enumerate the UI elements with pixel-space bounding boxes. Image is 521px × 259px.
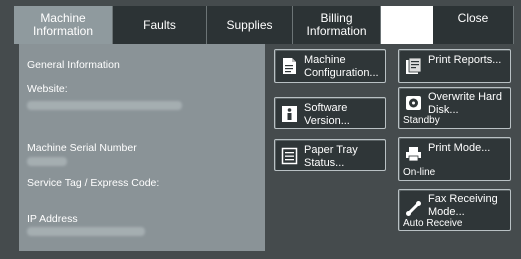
tab-label: Billing Information [306, 11, 367, 38]
print-mode-label: Print Mode... [428, 142, 491, 154]
close-label: Close [457, 11, 489, 25]
phone-icon [405, 199, 422, 217]
info-icon [281, 105, 298, 123]
print-reports-label: Print Reports... [428, 54, 502, 66]
print-mode-status: On-line [403, 167, 436, 178]
fax-receiving-mode-button[interactable]: Fax Receiving Mode... Auto Receive [398, 189, 511, 231]
machine-configuration-button[interactable]: Machine Configuration... [274, 49, 386, 83]
website-value [27, 101, 182, 110]
tab-faults[interactable]: Faults [113, 6, 207, 44]
fax-receiving-status: Auto Receive [403, 218, 463, 229]
tab-label: Supplies [226, 17, 273, 32]
disk-icon [405, 94, 422, 112]
tab-spacer [381, 6, 433, 44]
general-information-panel: General Information Website: Machine Ser… [19, 44, 265, 251]
paper-tray-status-button[interactable]: Paper Tray Status... [274, 139, 386, 171]
print-reports-button[interactable]: Print Reports... [398, 49, 511, 83]
close-button[interactable]: Close [433, 6, 514, 44]
general-information-heading: General Information [27, 59, 120, 71]
serial-number-label: Machine Serial Number [27, 142, 137, 154]
ip-address-label: IP Address [27, 213, 78, 225]
software-version-button[interactable]: Software Version... [274, 97, 386, 129]
ip-address-value [27, 227, 145, 236]
paper-tray-status-label: Paper Tray Status... [304, 144, 358, 169]
overwrite-status: Standby [403, 115, 440, 126]
website-label: Website: [27, 83, 68, 95]
tab-billing-information[interactable]: Billing Information [293, 6, 381, 44]
tab-label: Faults [143, 17, 176, 32]
tab-machine-information[interactable]: Machine Information [14, 6, 113, 44]
tab-label: Machine Information [32, 11, 94, 38]
overwrite-hard-disk-label: Overwrite Hard Disk... [428, 91, 502, 116]
tab-supplies[interactable]: Supplies [207, 6, 293, 44]
software-version-label: Software Version... [304, 102, 350, 127]
service-tag-label: Service Tag / Express Code: [27, 177, 160, 189]
tab-bar: Machine Information Faults Supplies Bill… [14, 6, 514, 44]
print-mode-button[interactable]: Print Mode... On-line [398, 137, 511, 181]
printer-icon [405, 145, 422, 163]
report-icon [405, 57, 422, 75]
fax-receiving-mode-label: Fax Receiving Mode... [428, 193, 498, 218]
overwrite-hard-disk-button[interactable]: Overwrite Hard Disk... Standby [398, 87, 511, 129]
serial-number-value [27, 157, 67, 166]
document-icon [281, 57, 298, 75]
list-icon [281, 147, 298, 165]
machine-configuration-label: Machine Configuration... [304, 54, 379, 79]
